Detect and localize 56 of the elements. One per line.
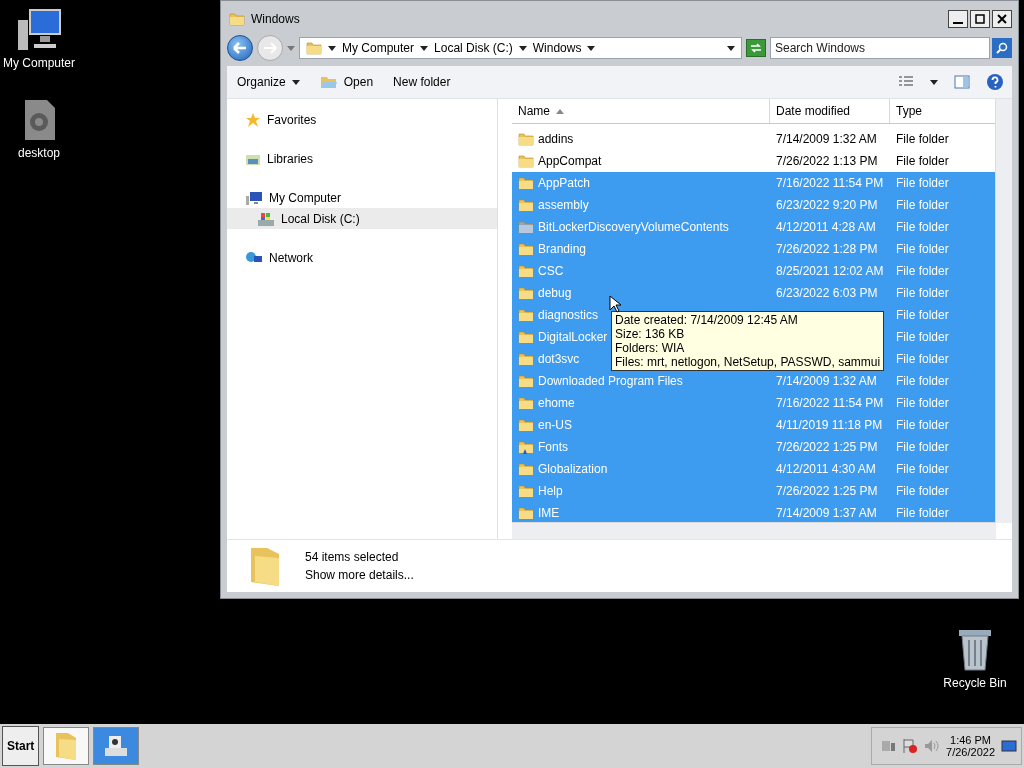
date-modified: 8/25/2021 12:02 AM [775, 264, 885, 278]
date-modified: 7/14/2009 1:37 AM [775, 506, 878, 520]
date-modified: 7/16/2022 11:54 PM [775, 396, 885, 410]
date-modified: 4/11/2019 11:18 PM [775, 418, 884, 432]
date-modified: 4/12/2011 4:28 AM [775, 220, 877, 234]
file-name: assembly [538, 198, 589, 212]
file-type: File folder [895, 220, 950, 234]
file-name: debug [538, 286, 572, 300]
date-modified: 4/12/2011 4:30 AM [775, 462, 877, 476]
file-type: File folder [895, 462, 950, 476]
file-type: File folder [895, 132, 950, 146]
file-name: Downloaded Program Files [538, 374, 683, 388]
file-name: diagnostics [538, 308, 599, 322]
tooltip-line: Files: mrt, netlogon, NetSetup, PASSWD, sammui [615, 355, 881, 369]
file-name: CSC [538, 264, 564, 278]
file-name: Fonts [538, 440, 568, 454]
file-name: Globalization [538, 462, 608, 476]
tooltip-line: Date created: 7/14/2009 12:45 AM [615, 313, 799, 327]
window-title: Windows [251, 11, 301, 26]
file-type: File folder [895, 176, 950, 190]
file-name: Help [538, 484, 563, 498]
file-type: File folder [895, 484, 950, 498]
date-modified: 6/23/2022 6:03 PM [775, 286, 879, 300]
file-type: File folder [895, 352, 950, 366]
file-name: DigitalLocker [538, 330, 608, 344]
date-modified: 7/14/2009 1:32 AM [775, 374, 878, 388]
file-type: File folder [895, 396, 950, 410]
file-type: File folder [895, 286, 950, 300]
file-name: en-US [538, 418, 572, 432]
date-modified: 7/16/2022 11:54 PM [775, 176, 885, 190]
file-name: Branding [538, 242, 587, 256]
date-modified: 6/23/2022 9:20 PM [775, 198, 879, 212]
file-name: dot3svc [538, 352, 580, 366]
file-type: File folder [895, 242, 950, 256]
file-type: File folder [895, 418, 950, 432]
tooltip-line: Size: 136 KB [615, 327, 686, 341]
selection-count: 54 items selected [305, 550, 400, 564]
file-type: File folder [895, 264, 950, 278]
file-type: File folder [895, 198, 950, 212]
date-modified: 7/26/2022 1:25 PM [775, 440, 879, 454]
date-modified: 7/26/2022 1:25 PM [775, 484, 879, 498]
file-name: BitLockerDiscoveryVolumeContents [538, 220, 729, 234]
date-modified: 7/26/2022 1:13 PM [775, 154, 879, 168]
file-type: File folder [895, 506, 950, 520]
file-name: ehome [538, 396, 575, 410]
file-name: IME [538, 506, 560, 520]
date-modified: 7/26/2022 1:28 PM [775, 242, 879, 256]
file-type: File folder [895, 330, 950, 344]
file-name: AppPatch [538, 176, 591, 190]
file-type: File folder [895, 154, 950, 168]
date-modified: 7/14/2009 1:32 AM [775, 132, 878, 146]
file-type: File folder [895, 440, 950, 454]
file-type: File folder [895, 308, 950, 322]
file-type: File folder [895, 374, 950, 388]
file-name: AppCompat [538, 154, 602, 168]
file-name: addins [538, 132, 574, 146]
